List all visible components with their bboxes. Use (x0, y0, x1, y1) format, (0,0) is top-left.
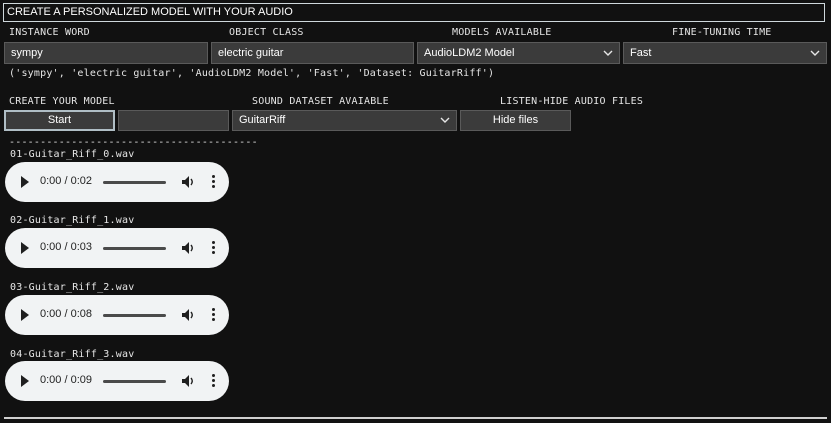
audio-player[interactable]: 0:00 / 0:09 (5, 361, 229, 401)
audio-file-label: 04-Guitar_Riff_3.wav (10, 349, 135, 360)
listen-hide-label: LISTEN-HIDE AUDIO FILES (500, 96, 644, 107)
audio-file-label: 02-Guitar_Riff_1.wav (10, 215, 135, 226)
play-icon[interactable] (21, 176, 29, 188)
audio-file-label: 01-Guitar_Riff_0.wav (10, 149, 135, 160)
create-model-label: CREATE YOUR MODEL (9, 96, 115, 107)
start-button[interactable]: Start (4, 110, 115, 131)
audio-player[interactable]: 0:00 / 0:03 (5, 228, 229, 268)
instance-word-label: INSTANCE WORD (9, 27, 90, 38)
more-vert-icon[interactable] (212, 241, 215, 256)
sound-dataset-select[interactable]: GuitarRiff (232, 110, 457, 131)
chevron-down-icon (603, 43, 613, 71)
more-vert-icon[interactable] (212, 175, 215, 190)
object-class-value: electric guitar (218, 47, 284, 59)
status-field (118, 110, 229, 131)
instance-word-input[interactable]: sympy (4, 42, 208, 64)
chevron-down-icon (440, 111, 450, 137)
audio-progress-slider[interactable] (103, 181, 166, 184)
volume-icon[interactable] (181, 373, 195, 389)
separator: ---------------------------------------- (9, 137, 258, 148)
fine-tuning-time-value: Fast (630, 47, 652, 59)
fine-tuning-time-label: FINE-TUNING TIME (672, 27, 772, 38)
audio-player[interactable]: 0:00 / 0:02 (5, 162, 229, 202)
audio-progress-slider[interactable] (103, 380, 166, 383)
bottom-divider (4, 417, 827, 419)
audio-time: 0:00 / 0:02 (40, 175, 92, 187)
audio-progress-slider[interactable] (103, 247, 166, 250)
audio-time: 0:00 / 0:09 (40, 374, 92, 386)
page-title: CREATE A PERSONALIZED MODEL WITH YOUR AU… (3, 3, 825, 22)
audio-file-label: 03-Guitar_Riff_2.wav (10, 282, 135, 293)
sound-dataset-value: GuitarRiff (239, 114, 286, 126)
models-available-label: MODELS AVAILABLE (452, 27, 552, 38)
play-icon[interactable] (21, 242, 29, 254)
audio-time: 0:00 / 0:08 (40, 308, 92, 320)
chevron-down-icon (810, 43, 820, 71)
object-class-label: OBJECT CLASS (229, 27, 304, 38)
settings-summary: ('sympy', 'electric guitar', 'AudioLDM2 … (9, 68, 495, 79)
volume-icon[interactable] (181, 307, 195, 323)
sound-dataset-label: SOUND DATASET AVAIABLE (252, 96, 389, 107)
play-icon[interactable] (21, 309, 29, 321)
volume-icon[interactable] (181, 174, 195, 190)
play-icon[interactable] (21, 375, 29, 387)
volume-icon[interactable] (181, 240, 195, 256)
audio-player[interactable]: 0:00 / 0:08 (5, 295, 229, 335)
object-class-input[interactable]: electric guitar (211, 42, 414, 64)
fine-tuning-time-select[interactable]: Fast (623, 42, 827, 64)
instance-word-value: sympy (11, 47, 43, 59)
models-available-value: AudioLDM2 Model (424, 47, 515, 59)
audio-time: 0:00 / 0:03 (40, 241, 92, 253)
hide-files-button[interactable]: Hide files (460, 110, 571, 131)
more-vert-icon[interactable] (212, 374, 215, 389)
models-available-select[interactable]: AudioLDM2 Model (417, 42, 620, 64)
more-vert-icon[interactable] (212, 308, 215, 323)
audio-progress-slider[interactable] (103, 314, 166, 317)
